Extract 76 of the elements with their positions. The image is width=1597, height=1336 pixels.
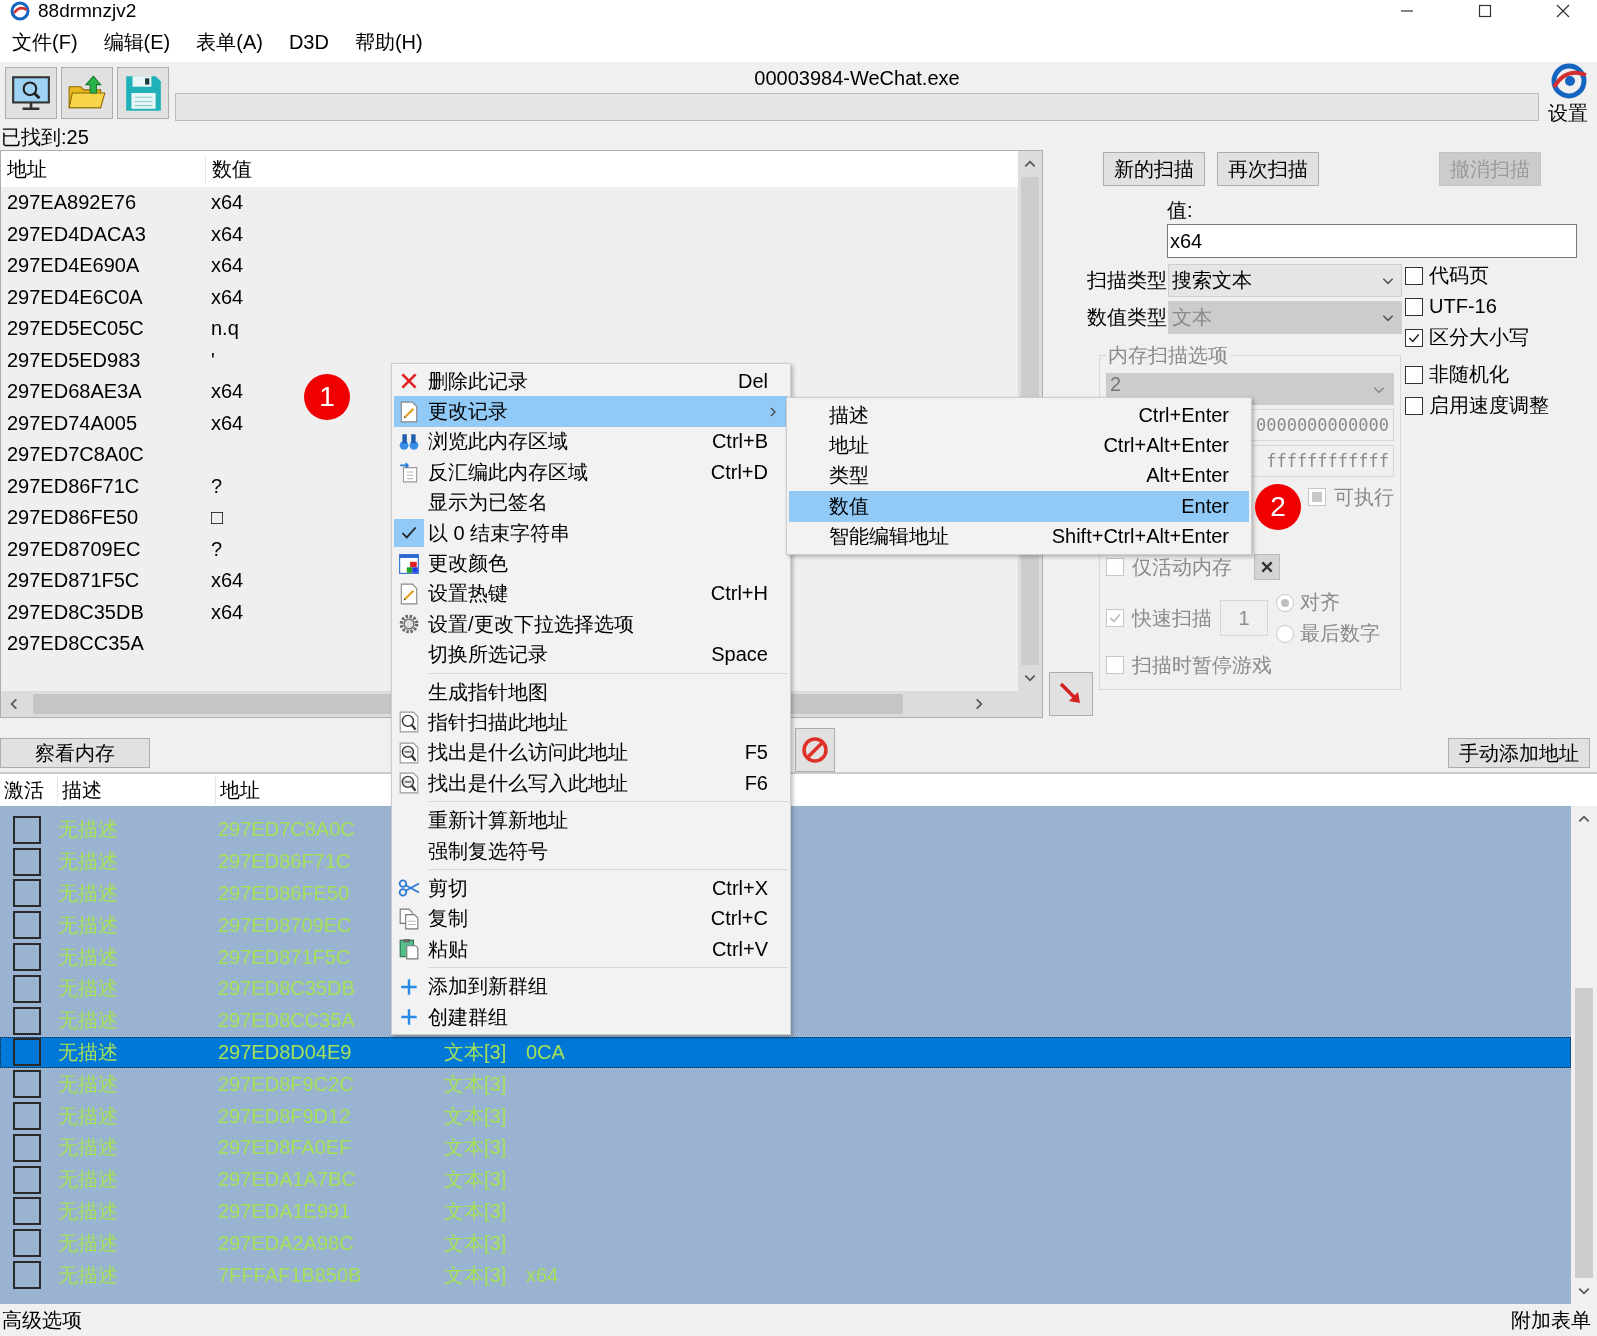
address-cell: 297ED7C8A0C bbox=[218, 818, 355, 841]
address-cell: 297ED8F9D12 bbox=[218, 1104, 351, 1127]
value-cell: x64 bbox=[211, 411, 244, 435]
value-cell: ' bbox=[211, 348, 215, 372]
type-cell: 文本[3] bbox=[444, 1168, 507, 1191]
description-cell: 无描述 bbox=[58, 913, 118, 936]
address-cell-text: 297ED68AE3A bbox=[7, 380, 143, 404]
window-title: 88drmnzjv2 bbox=[38, 0, 137, 22]
address-cell: 297EDA1E991 bbox=[218, 1199, 351, 1222]
description-cell: 无描述 bbox=[58, 1199, 118, 1222]
type-cell: 文本[3] bbox=[444, 1263, 507, 1286]
description-cell: 无描述 bbox=[58, 1168, 118, 1191]
address-cell-text: 297ED4E690A bbox=[7, 254, 141, 278]
value-cell: x64 bbox=[526, 1263, 559, 1287]
address-cell: 297ED86FE50 bbox=[218, 882, 350, 904]
value-cell: ? bbox=[211, 537, 223, 561]
value-cell: x64 bbox=[211, 191, 244, 215]
address-cell-text: 297EA892E76 bbox=[7, 191, 137, 215]
found-count: 已找到:25 bbox=[0, 125, 90, 150]
address-cell: 297ED8CC35A bbox=[218, 1009, 355, 1032]
value-cell: x64 bbox=[211, 600, 244, 624]
address-cell-text: 297ED4E6C0A bbox=[7, 285, 144, 309]
step-marker: 2 bbox=[1255, 484, 1301, 530]
address-cell: 297EDA1A7BC bbox=[218, 1168, 356, 1191]
description-cell: 无描述 bbox=[58, 1136, 118, 1159]
address-cell: 297ED8709EC bbox=[218, 913, 352, 936]
description-cell: 无描述 bbox=[58, 1104, 118, 1127]
address-cell: 297EDA2A98C bbox=[218, 1231, 354, 1254]
address-cell-text: 297ED7C8A0C bbox=[7, 443, 145, 467]
value-cell: ? bbox=[211, 474, 223, 498]
value-cell: n.q bbox=[211, 317, 239, 341]
address-cell: 297ED86F71C bbox=[218, 850, 351, 873]
address-cell: 297ED8F9C2C bbox=[218, 1072, 354, 1095]
value-cell: x64 bbox=[211, 380, 244, 404]
value-cell: x64 bbox=[211, 285, 244, 309]
type-cell: 文本[3] bbox=[444, 1136, 507, 1159]
group-title: 内存扫描选项 bbox=[1107, 343, 1229, 368]
address-cell: 297ED8FA0EF bbox=[218, 1136, 352, 1159]
type-cell: 文本[3] bbox=[444, 1231, 507, 1254]
description-cell: 无描述 bbox=[58, 818, 118, 841]
type-cell: 文本[3] bbox=[444, 1040, 507, 1063]
address-cell-text: 297ED5ED983 bbox=[7, 348, 142, 372]
field-label: 扫描类型 bbox=[1086, 268, 1168, 293]
address-cell: 297ED8C35DB bbox=[218, 977, 355, 1000]
description-cell: 无描述 bbox=[58, 1263, 118, 1286]
value-cell: x64 bbox=[211, 222, 244, 246]
value-cell: □ bbox=[211, 506, 224, 530]
description-cell: 无描述 bbox=[58, 1231, 118, 1254]
address-cell-text: 297ED8709EC bbox=[7, 537, 142, 561]
description-cell: 无描述 bbox=[58, 882, 118, 904]
description-cell: 无描述 bbox=[58, 945, 118, 968]
description-cell: 无描述 bbox=[58, 1009, 118, 1032]
process-name: 00003984-WeChat.exe bbox=[754, 66, 960, 91]
type-cell: 文本[3] bbox=[444, 1072, 507, 1095]
description-cell: 无描述 bbox=[58, 1072, 118, 1095]
address-cell-text: 297ED8C35DB bbox=[7, 600, 145, 624]
value-label: 值: bbox=[1167, 198, 1193, 222]
description-cell: 无描述 bbox=[58, 850, 118, 873]
address-cell: 297ED8D04E9 bbox=[218, 1040, 352, 1063]
address-cell: 7FFFAF1B850B bbox=[218, 1263, 362, 1286]
type-cell: 文本[3] bbox=[444, 1199, 507, 1222]
address-cell-text: 297ED86F71C bbox=[7, 474, 141, 498]
address-cell-text: 297ED871F5C bbox=[7, 569, 141, 593]
address-cell-text: 297ED8CC35A bbox=[7, 632, 145, 656]
description-cell: 无描述 bbox=[58, 1040, 118, 1063]
field-label: 数值类型 bbox=[1086, 305, 1168, 330]
description-cell: 无描述 bbox=[58, 977, 118, 1000]
value-cell: x64 bbox=[211, 254, 244, 278]
value-cell: 0CA bbox=[526, 1040, 565, 1064]
type-cell: 文本[3] bbox=[444, 1104, 507, 1127]
address-cell-text: 297ED74A005 bbox=[7, 411, 139, 435]
address-cell: 297ED871F5C bbox=[218, 945, 351, 968]
address-cell-text: 297ED4DACA3 bbox=[7, 222, 147, 246]
address-cell-text: 297ED5EC05C bbox=[7, 317, 145, 341]
address-cell-text: 297ED86FE50 bbox=[7, 506, 140, 530]
value-cell: x64 bbox=[211, 569, 244, 593]
